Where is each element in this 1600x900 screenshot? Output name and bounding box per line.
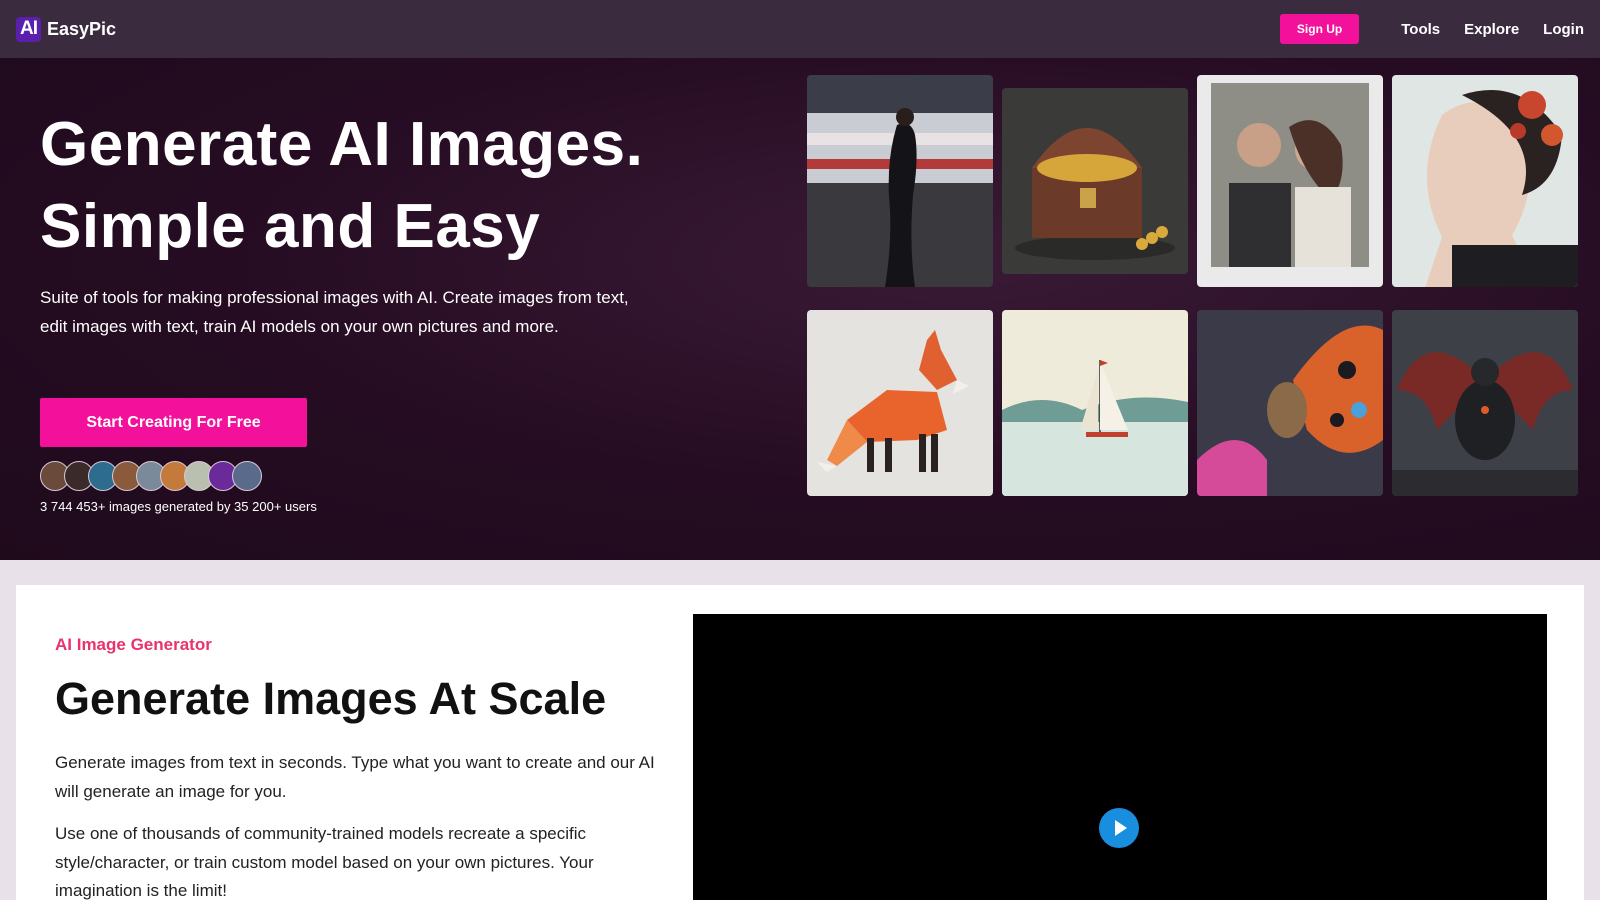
signup-button[interactable]: Sign Up <box>1279 14 1360 44</box>
logo[interactable]: AI EasyPic <box>16 16 117 42</box>
gallery-image-couple-polaroid[interactable] <box>1197 75 1383 287</box>
gallery-image-lowpoly-fox[interactable] <box>807 310 993 496</box>
section-paragraph-1: Generate images from text in seconds. Ty… <box>55 753 655 801</box>
hero-subtitle: Suite of tools for making professional i… <box>40 288 629 336</box>
gallery-image-sailboat[interactable] <box>1002 310 1188 496</box>
hero: Generate AI Images. Simple and Easy Suit… <box>0 58 1600 560</box>
top-nav: AI EasyPic Sign Up Tools Explore Login <box>0 0 1600 58</box>
avatar <box>232 461 262 491</box>
section-paragraph-2: Use one of thousands of community-traine… <box>55 824 594 900</box>
gallery-image-treasure-chest[interactable] <box>1002 88 1188 274</box>
section-title: Generate Images At Scale <box>55 673 607 724</box>
hero-title-line2: Simple and Easy <box>40 192 541 261</box>
nav-link-login[interactable]: Login <box>1543 21 1584 38</box>
gallery-image-woman-walking[interactable] <box>807 75 993 287</box>
start-creating-button[interactable]: Start Creating For Free <box>40 398 307 447</box>
logo-badge: AI <box>16 16 41 42</box>
video-player[interactable] <box>693 614 1547 900</box>
gallery-image-dragon[interactable] <box>1392 310 1578 496</box>
gallery-image-woman-roses[interactable] <box>1392 75 1578 287</box>
user-avatars <box>40 461 262 491</box>
gallery-image-butterfly[interactable] <box>1197 310 1383 496</box>
section-kicker: AI Image Generator <box>55 635 212 654</box>
hero-title-line1: Generate AI Images. <box>40 110 644 179</box>
nav-link-explore[interactable]: Explore <box>1464 21 1519 38</box>
nav-actions: Sign Up Tools Explore Login <box>1279 14 1584 44</box>
usage-stats: 3 744 453+ images generated by 35 200+ u… <box>40 499 317 514</box>
hero-title: Generate AI Images. Simple and Easy <box>40 104 760 268</box>
nav-link-tools[interactable]: Tools <box>1401 21 1440 38</box>
logo-text: EasyPic <box>47 18 117 39</box>
play-icon[interactable] <box>1099 808 1139 848</box>
